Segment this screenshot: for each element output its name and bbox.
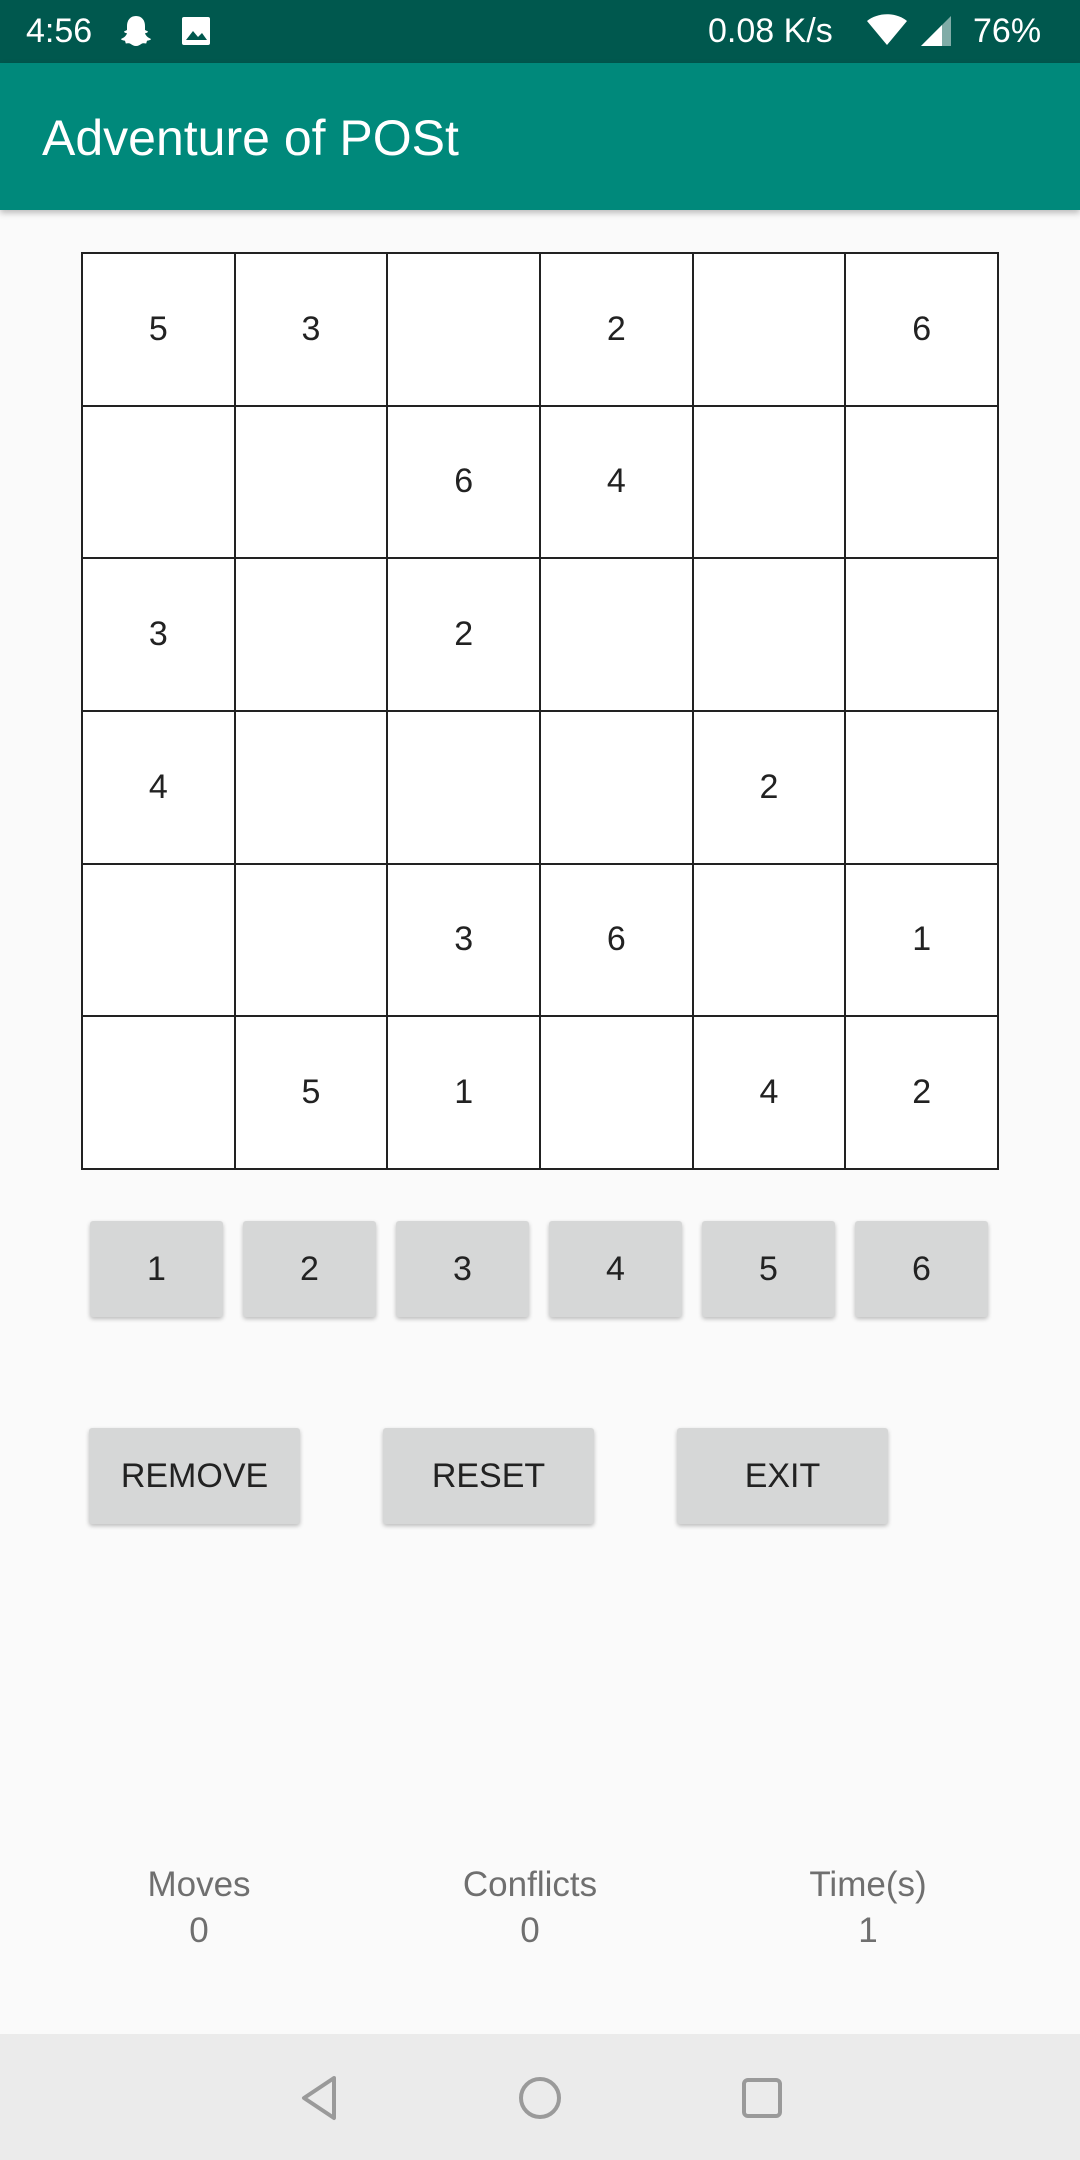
board-cell-r2c3[interactable]: 6 [387,405,540,559]
image-icon [178,13,214,49]
board-cell-r4c3[interactable] [387,711,540,864]
navigation-bar [0,2034,1080,2160]
board-cell-r1c4[interactable]: 2 [540,253,693,406]
conflicts-value: 0 [520,1911,540,1950]
app-title: Adventure of POSt [42,110,459,166]
board-cell-r3c2[interactable] [234,558,388,711]
board-cell-r4c6[interactable] [845,711,998,864]
board-cell-r5c5[interactable] [692,863,846,1017]
board-cell-r4c2[interactable] [234,711,388,864]
number-button-5[interactable]: 5 [702,1221,835,1317]
board-cell-r2c5[interactable] [692,405,846,559]
board-cell-r6c4[interactable] [540,1016,693,1169]
board-cell-r6c2[interactable]: 5 [234,1016,388,1169]
time-value: 1 [858,1911,878,1950]
board-cell-r1c6[interactable]: 6 [845,253,998,406]
board-cell-r5c2[interactable] [234,863,388,1017]
board-cell-r1c5[interactable] [692,253,846,406]
signal-icon [918,13,954,49]
number-button-2[interactable]: 2 [243,1221,376,1317]
board-cell-r5c4[interactable]: 6 [540,863,693,1017]
board-cell-r2c4[interactable]: 4 [540,405,693,559]
home-icon[interactable] [514,2072,566,2124]
back-icon[interactable] [294,2072,346,2124]
board-cell-r4c4[interactable] [540,711,693,864]
board-cell-r2c1[interactable] [82,405,235,559]
recents-icon[interactable] [736,2072,788,2124]
board-cell-r3c4[interactable] [540,558,693,711]
game-board: 53266432423615142 [81,252,999,1170]
board-cell-r3c5[interactable] [692,558,846,711]
moves-label: Moves [147,1865,251,1904]
remove-button[interactable]: REMOVE [89,1428,300,1524]
number-button-4[interactable]: 4 [549,1221,682,1317]
moves-stat: Moves 0 [69,1862,329,1954]
board-cell-r1c1[interactable]: 5 [82,253,235,406]
number-pad: 1 2 3 4 5 6 [90,1221,990,1317]
snapchat-ghost-icon [118,13,154,49]
board-cell-r4c1[interactable]: 4 [82,711,235,864]
reset-button[interactable]: RESET [383,1428,594,1524]
board-cell-r2c6[interactable] [845,405,998,559]
board-cell-r5c6[interactable]: 1 [845,863,998,1017]
number-button-1[interactable]: 1 [90,1221,223,1317]
time-stat: Time(s) 1 [738,1862,998,1954]
board-cell-r6c1[interactable] [82,1016,235,1169]
time-label: Time(s) [809,1865,927,1904]
board-cell-r3c3[interactable]: 2 [387,558,540,711]
board-cell-r1c3[interactable] [387,253,540,406]
conflicts-stat: Conflicts 0 [400,1862,660,1954]
conflicts-label: Conflicts [462,1865,598,1904]
board-cell-r5c3[interactable]: 3 [387,863,540,1017]
board-cell-r3c1[interactable]: 3 [82,558,235,711]
status-time: 4:56 [26,12,93,50]
board-cell-r3c6[interactable] [845,558,998,711]
board-cell-r5c1[interactable] [82,863,235,1017]
board-cell-r6c5[interactable]: 4 [692,1016,846,1169]
battery-level: 76% [973,12,1042,50]
moves-value: 0 [189,1911,209,1950]
exit-button[interactable]: EXIT [677,1428,888,1524]
board-cell-r6c3[interactable]: 1 [387,1016,540,1169]
app-bar: Adventure of POSt [0,63,1080,210]
board-cell-r6c6[interactable]: 2 [845,1016,998,1169]
number-button-3[interactable]: 3 [396,1221,529,1317]
number-button-6[interactable]: 6 [855,1221,988,1317]
board-cell-r2c2[interactable] [234,405,388,559]
wifi-icon [866,13,908,49]
board-cell-r4c5[interactable]: 2 [692,711,846,864]
status-bar: 4:56 0.08 K/s 76% [0,0,1080,63]
board-cell-r1c2[interactable]: 3 [234,253,388,406]
network-speed: 0.08 K/s [708,12,833,50]
